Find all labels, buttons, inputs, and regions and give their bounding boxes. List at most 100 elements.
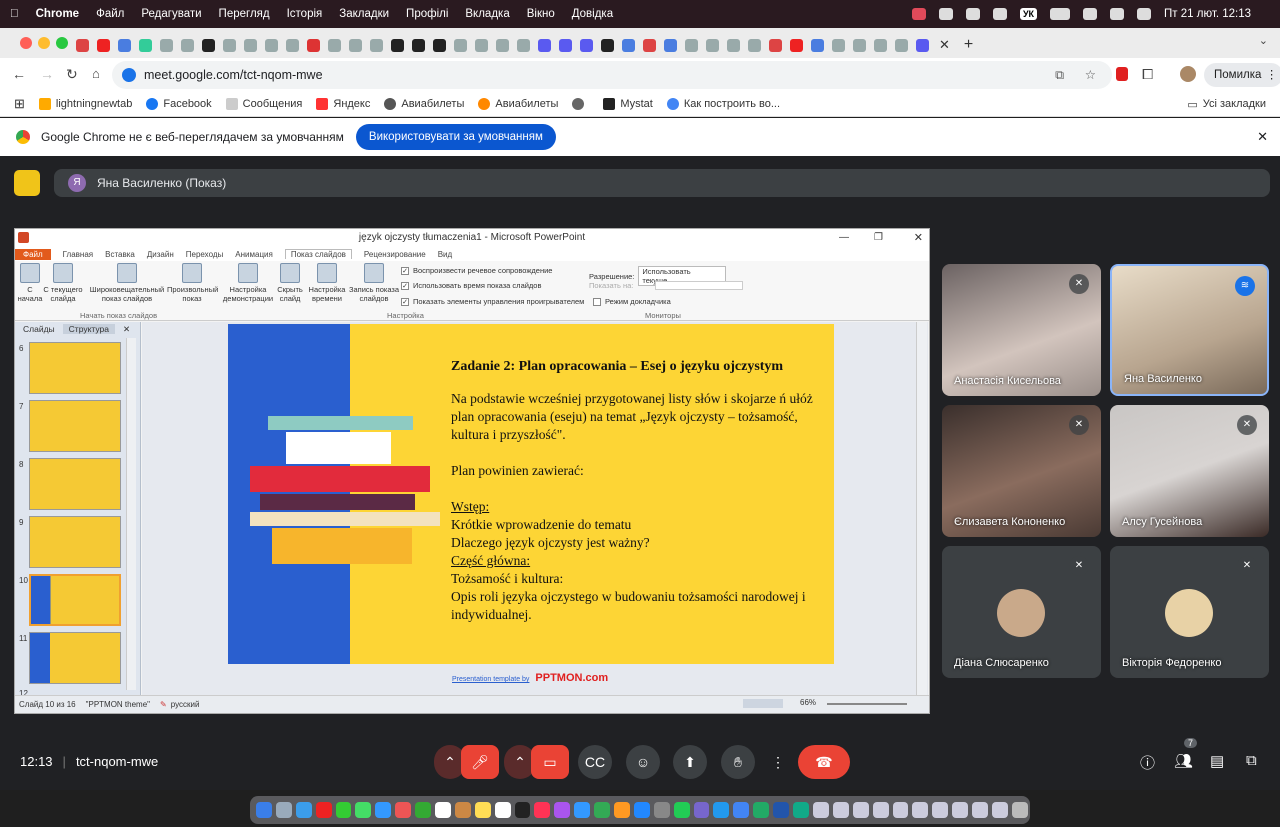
whatsapp-icon[interactable] [673, 802, 690, 818]
set-default-button[interactable]: Використовувати за умовчанням [355, 124, 556, 150]
close-tab-icon[interactable]: ✕ [939, 37, 950, 53]
menu-window[interactable]: Вікно [527, 8, 555, 20]
control-center-icon[interactable] [1137, 8, 1152, 20]
cloud-icon[interactable] [938, 8, 953, 20]
tab-icon[interactable] [202, 38, 215, 52]
zoom-slider[interactable] [827, 703, 907, 705]
numbers-icon[interactable] [594, 802, 611, 818]
raise-hand-button[interactable]: ✋︎ [721, 745, 755, 779]
tab-icon[interactable] [517, 38, 530, 52]
window-thumbnail[interactable] [952, 802, 969, 818]
moon-icon[interactable] [992, 8, 1007, 20]
participant-tile[interactable]: ✕ Алсу Гусейнова [1110, 405, 1269, 537]
slides-pane-scrollbar[interactable] [126, 338, 136, 690]
podcasts-icon[interactable] [554, 802, 571, 818]
bookmark-flights-1[interactable]: Авиабилеты [384, 98, 464, 110]
window-thumbnail[interactable] [852, 802, 869, 818]
slide-thumbnail[interactable] [29, 342, 121, 394]
leave-call-button[interactable]: ☎︎ [798, 745, 850, 779]
calendar-icon[interactable] [435, 802, 451, 818]
tab-icon[interactable] [727, 38, 740, 52]
telegram-icon[interactable] [713, 802, 730, 818]
checkbox-unchecked[interactable] [593, 297, 601, 306]
tab-icon[interactable] [769, 38, 782, 52]
status-language[interactable]: русский [171, 700, 200, 709]
meeting-details-icon[interactable]: ⓘ [1140, 752, 1155, 773]
ppt-pane-tab-outline[interactable]: Структура [62, 324, 115, 334]
viber-icon[interactable] [693, 802, 710, 818]
zoom-window-button[interactable] [56, 37, 68, 49]
ppt-close-icon[interactable]: ✕ [914, 229, 923, 247]
present-button[interactable]: ⬆ [673, 745, 707, 779]
forward-icon[interactable]: → [40, 66, 54, 82]
current-slide[interactable]: Zadanie 2: Plan opracowania – Esej o jęz… [228, 324, 834, 664]
tab-icon[interactable] [895, 38, 908, 52]
window-thumbnail[interactable] [912, 802, 929, 818]
extension-opera-icon[interactable] [1116, 67, 1128, 81]
bookmark-how-to-build[interactable]: Как построить во... [666, 98, 780, 110]
window-thumbnail[interactable] [991, 802, 1008, 818]
site-info-icon[interactable] [122, 68, 136, 82]
menu-view[interactable]: Перегляд [219, 8, 270, 20]
app-icon[interactable] [793, 802, 809, 818]
checkbox-checked[interactable]: ✓ [401, 266, 409, 275]
camera-toggle-button[interactable]: ▭ [531, 745, 569, 779]
menu-file[interactable]: Файл [96, 8, 124, 20]
captions-button[interactable]: CC [578, 745, 612, 779]
mail-icon[interactable] [375, 802, 392, 818]
back-icon[interactable]: ← [12, 66, 26, 82]
checkbox-checked[interactable]: ✓ [401, 281, 409, 290]
open-in-app-icon[interactable]: ⧉ [1055, 61, 1064, 89]
menu-bookmarks[interactable]: Закладки [339, 8, 389, 20]
tab-icon[interactable] [349, 38, 362, 52]
extensions-icon[interactable]: ⧠ [1142, 66, 1153, 83]
menu-tab[interactable]: Вкладка [465, 8, 509, 20]
participant-tile-speaking[interactable]: ≋ Яна Василенко [1110, 264, 1269, 396]
tab-icon[interactable] [874, 38, 887, 52]
bookmark-star-icon[interactable]: ☆ [1085, 61, 1096, 89]
bookmark-mystat[interactable]: Mystat [603, 98, 653, 110]
ppt-tab-slideshow[interactable]: Показ слайдов [284, 249, 352, 259]
tab-icon[interactable] [706, 38, 719, 52]
ppt-setup-show-button[interactable]: Настройка демонстрации [221, 263, 275, 303]
photos-icon[interactable] [395, 802, 412, 818]
ppt-broadcast-button[interactable]: Широковещательный показ слайдов [89, 263, 165, 303]
chat-icon[interactable]: ▤ [1210, 752, 1224, 770]
tab-icon[interactable] [370, 38, 383, 52]
ppt-from-current-button[interactable]: С текущего слайда [43, 263, 83, 303]
tab-icon[interactable] [622, 38, 635, 52]
tab-icon[interactable] [538, 38, 551, 52]
bookmark-yandex[interactable]: Яндекс [316, 98, 370, 110]
play-icon[interactable] [965, 8, 980, 20]
ppt-tab-insert[interactable]: Вставка [105, 250, 135, 259]
bookmark-messages[interactable]: Сообщения [225, 98, 302, 110]
window-thumbnail[interactable] [812, 802, 829, 818]
contacts-icon[interactable] [454, 802, 471, 818]
close-infobar-icon[interactable]: ✕ [1257, 129, 1268, 145]
ppt-tab-design[interactable]: Дизайн [147, 250, 174, 259]
slide-footer-text[interactable]: Presentation template by [452, 676, 529, 683]
tab-icon[interactable] [559, 38, 572, 52]
messages-icon[interactable] [335, 802, 352, 818]
ppt-tab-file[interactable]: Файл [15, 248, 51, 260]
launchpad-icon[interactable] [275, 802, 292, 818]
search-icon[interactable] [1110, 8, 1125, 20]
reminders-icon[interactable] [494, 802, 511, 818]
mic-toggle-button[interactable]: 🎤︎ [461, 745, 499, 779]
tab-icon[interactable] [391, 38, 404, 52]
menu-app-name[interactable]: Chrome [36, 8, 79, 20]
tab-icon[interactable] [433, 38, 446, 52]
tab-icon[interactable] [244, 38, 257, 52]
slide-thumbnail[interactable] [29, 458, 121, 510]
bookmark-flights-2[interactable]: Авиабилеты [478, 98, 558, 110]
tab-icon[interactable] [118, 38, 131, 52]
ppt-check-timings[interactable]: ✓ Использовать время показа слайдов [401, 281, 541, 290]
tab-icon[interactable] [76, 38, 89, 52]
notes-icon[interactable] [474, 802, 491, 818]
tab-icon[interactable] [181, 38, 194, 52]
ppt-pane-tab-slides[interactable]: Слайды [15, 324, 63, 334]
keyboard-layout[interactable]: УК [1019, 8, 1038, 20]
opera-icon[interactable] [315, 802, 332, 818]
reload-icon[interactable]: ↻ [66, 66, 78, 83]
ppt-tab-home[interactable]: Главная [63, 250, 93, 259]
